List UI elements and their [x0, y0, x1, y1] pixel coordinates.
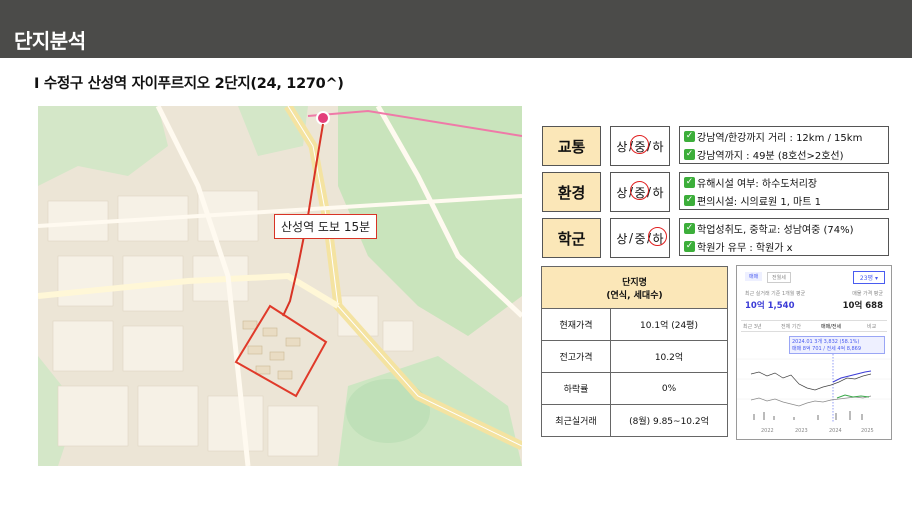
tooltip-line: 2024.01 3개 3,832 (58.1%): [792, 339, 860, 345]
price-info-table: 단지명 (연식, 세대수) 현재가격 10.1억 (24평) 전고가격 10.2…: [541, 266, 728, 437]
period-tab[interactable]: 최근 3년: [743, 323, 762, 330]
grade-low: 하: [652, 139, 664, 154]
checkmark-icon: ✓: [684, 148, 695, 160]
size-select[interactable]: 23평 ▾: [852, 271, 885, 284]
row-label: 전고가격: [541, 340, 611, 373]
rating-label: 교통: [542, 126, 601, 166]
period-tab-active[interactable]: 매매/전세: [821, 323, 841, 330]
period-tab[interactable]: 비교: [867, 323, 876, 330]
price-chart-card: 매매 전월세 23평 ▾ 최근 실거래 기준 1개월 평균 매물 가격 평균 1…: [736, 265, 892, 440]
table-row: 최근실거래 (8월) 9.85~10.2억: [541, 404, 728, 437]
year-label: 2022: [761, 428, 774, 434]
row-label: 최근실거래: [541, 404, 611, 437]
grade-high: 상: [616, 139, 628, 154]
table-row: 하락률 0%: [541, 372, 728, 405]
grade-scale: 상 / 중 / 하: [610, 126, 670, 166]
grade-high: 상: [616, 231, 628, 246]
period-tab[interactable]: 전체 기간: [781, 323, 801, 330]
rating-details: ✓ 학업성취도, 중학교: 성남여중 (74%) ✓ 학원가 유무 : 학원가 x: [679, 218, 889, 256]
size-select-value: 23평: [859, 275, 874, 282]
walk-time-label: 산성역 도보 15분: [274, 214, 378, 239]
row-value: 0%: [610, 372, 728, 405]
grade-mid-selected: 중: [630, 134, 649, 154]
table-row: 전고가격 10.2억: [541, 340, 728, 373]
grade-scale: 상 / 중 / 하: [610, 172, 670, 212]
volume-bars: [753, 411, 863, 420]
year-label: 2025: [861, 428, 874, 434]
checkmark-icon: ✓: [684, 176, 695, 188]
grade-low-selected: 하: [648, 226, 668, 246]
tab-sale[interactable]: 매매: [745, 272, 763, 281]
checkmark-icon: ✓: [684, 194, 695, 206]
detail-line: 학업성취도, 중학교: 성남여중 (74%): [697, 224, 854, 236]
detail-line: 유해시설 여부: 하수도처리장: [697, 178, 818, 190]
detail-line: 강남역까지 : 49분 (8호선>2호선): [697, 150, 844, 162]
sale-price-recent-line: [832, 370, 872, 383]
tab-rent[interactable]: 전월세: [767, 272, 791, 283]
header-bar: 단지분석: [0, 0, 912, 58]
year-label: 2024: [829, 428, 842, 434]
left-value: 10억 1,540: [745, 301, 795, 311]
rating-details: ✓ 강남역/한강까지 거리 : 12km / 15km ✓ 강남역까지 : 49분 …: [679, 126, 889, 164]
chart-tooltip: 2024.01 3개 3,832 (58.1%) 매매 8억 701 / 전세 …: [789, 336, 885, 354]
row-value: 10.2억: [610, 340, 728, 373]
complex-meta-label: (연식, 세대수): [606, 290, 663, 301]
row-label: 하락률: [541, 372, 611, 405]
page-title: 단지분석: [14, 29, 86, 53]
row-value: (8월) 9.85~10.2억: [610, 404, 728, 437]
rating-label: 학군: [542, 218, 601, 258]
detail-line: 편의시설: 시의료원 1, 마트 1: [697, 196, 821, 208]
grade-low: 하: [652, 185, 664, 200]
grade-scale: 상 / 중 / 하: [610, 218, 670, 258]
year-label: 2023: [795, 428, 808, 434]
checkmark-icon: ✓: [684, 130, 695, 142]
rating-label: 환경: [542, 172, 601, 212]
grade-high: 상: [616, 185, 628, 200]
grade-mid-selected: 중: [630, 180, 649, 200]
rating-details: ✓ 유해시설 여부: 하수도처리장 ✓ 편의시설: 시의료원 1, 마트 1: [679, 172, 889, 210]
detail-line: 학원가 유무 : 학원가 x: [697, 242, 793, 254]
checkmark-icon: ✓: [684, 222, 695, 234]
checkmark-icon: ✓: [684, 240, 695, 252]
row-value: 10.1억 (24평): [610, 308, 728, 341]
right-value: 10억 688: [842, 301, 883, 311]
map-graphic: [38, 106, 522, 466]
price-line-chart: [737, 354, 891, 422]
detail-line: 강남역/한강까지 거리 : 12km / 15km: [697, 132, 863, 144]
table-row: 현재가격 10.1억 (24평): [541, 308, 728, 341]
left-caption: 최근 실거래 기준 1개월 평균: [745, 291, 806, 297]
row-label: 현재가격: [541, 308, 611, 341]
complex-subtitle: I 수정구 산성역 자이푸르지오 2단지(24, 1270^): [34, 76, 344, 92]
table-header: 단지명 (연식, 세대수): [541, 266, 728, 309]
period-tabs: 최근 3년 전체 기간 매매/전세 비교: [741, 320, 887, 332]
right-caption: 매물 가격 평균: [852, 291, 883, 297]
tooltip-line: 매매 8억 701 / 전세 4억 8,869: [792, 346, 862, 352]
area-map: 산성역 도보 15분: [38, 106, 522, 466]
grade-mid: 중: [634, 231, 646, 246]
complex-name-label: 단지명: [622, 277, 647, 288]
